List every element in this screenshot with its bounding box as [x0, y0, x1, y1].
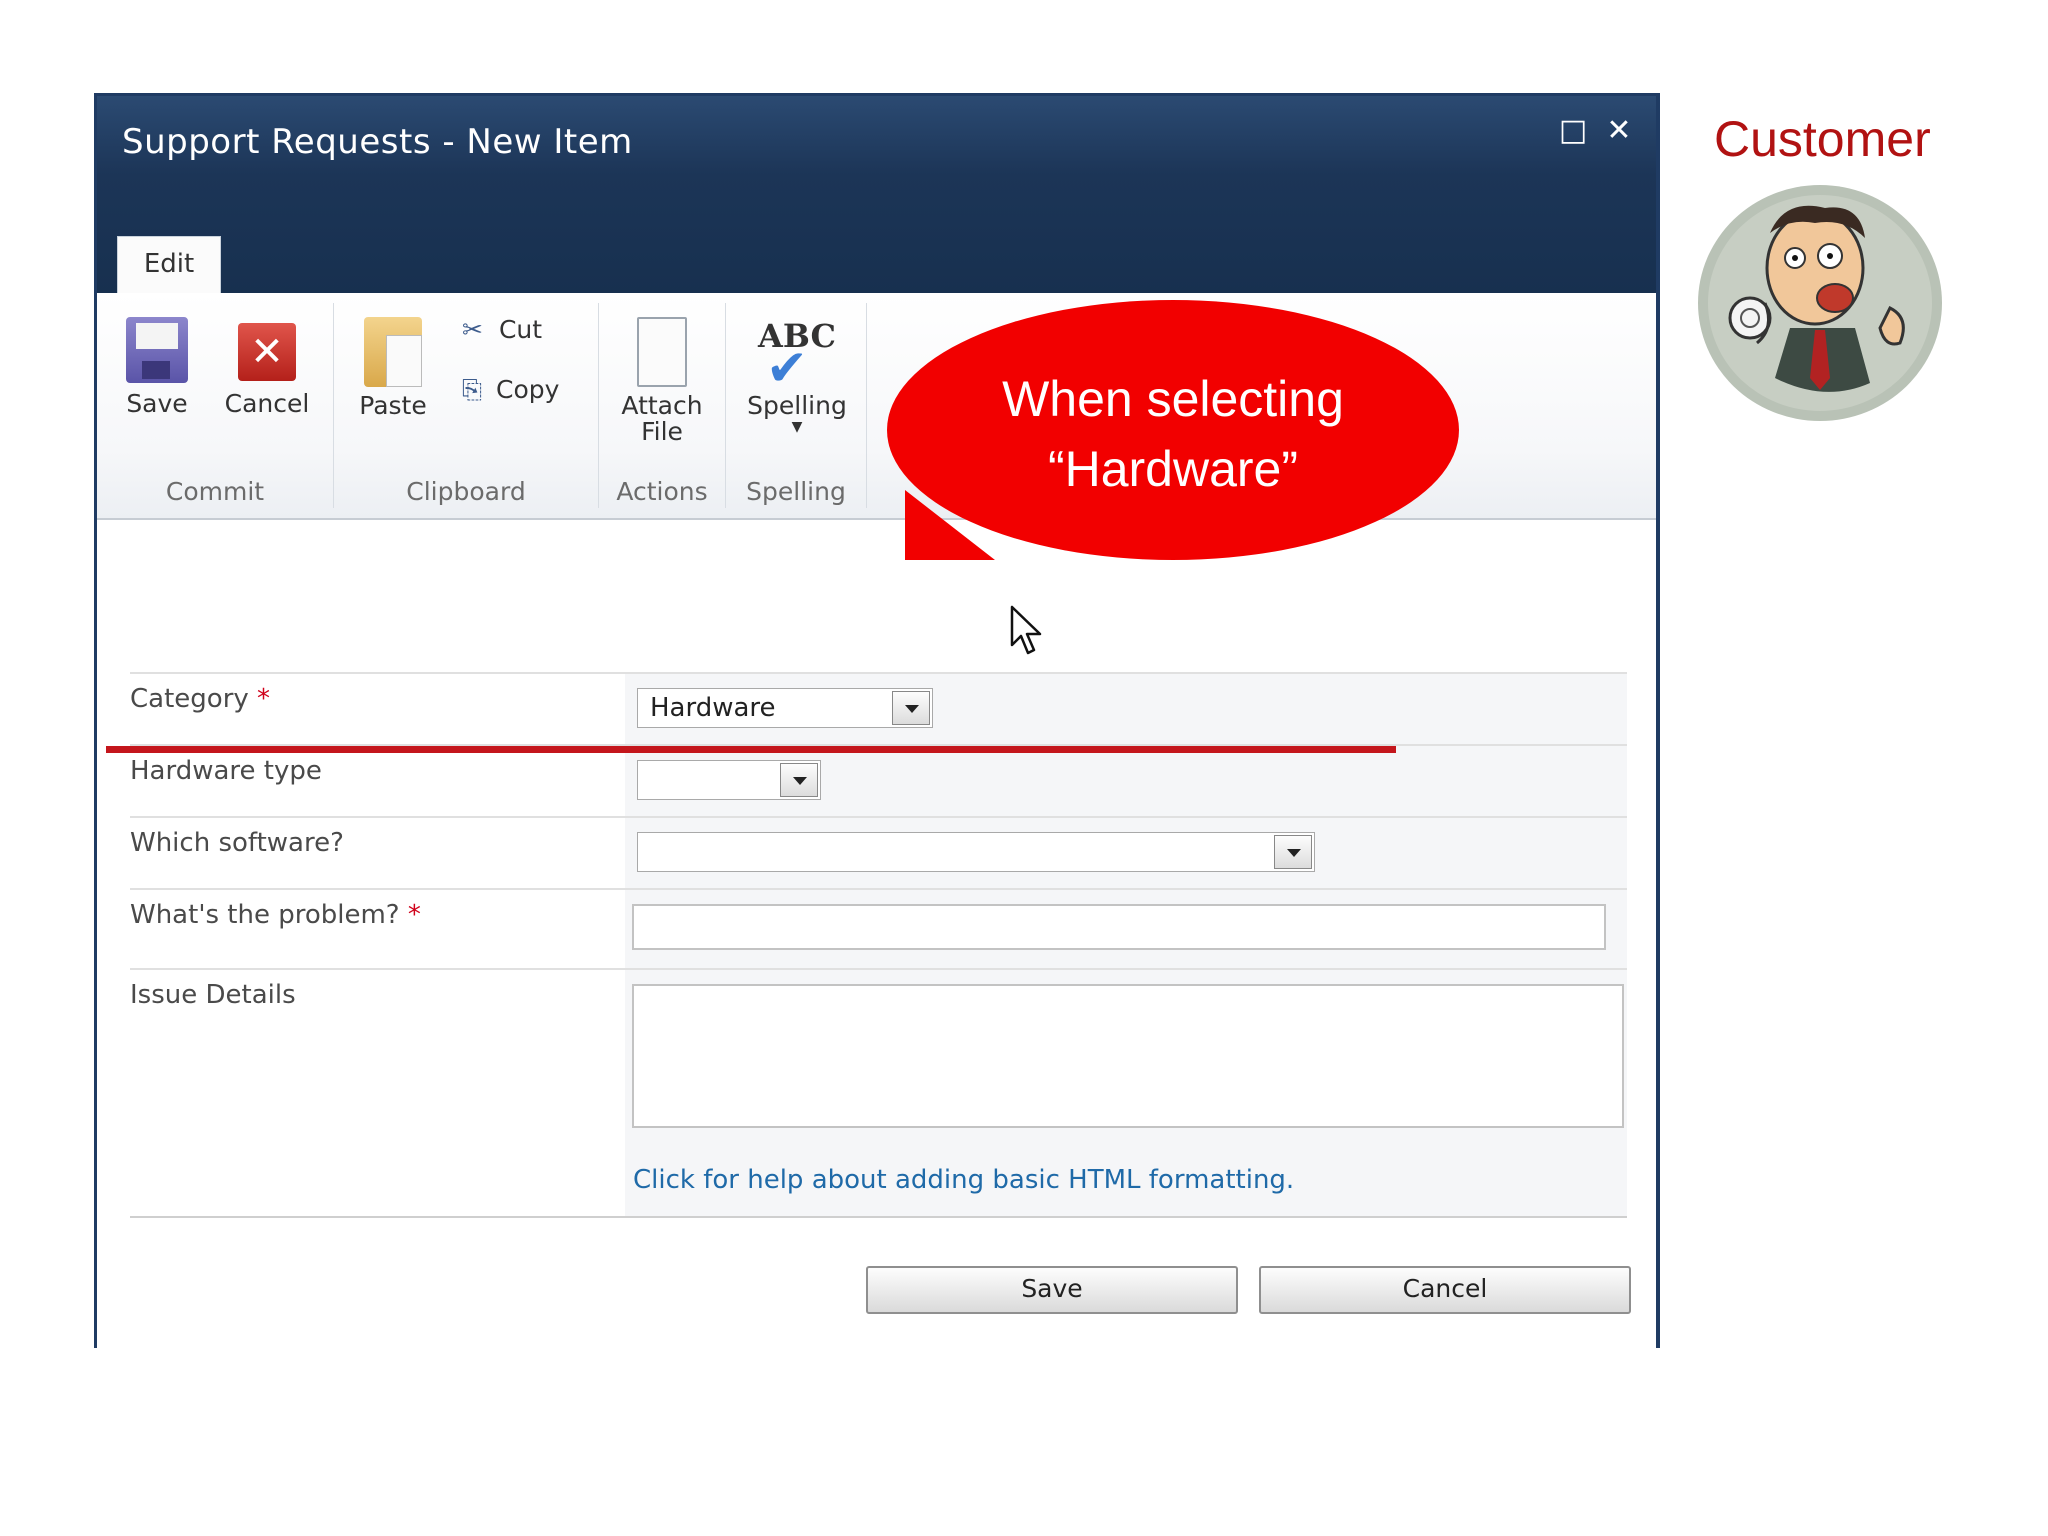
- scissors-icon: ✂: [462, 315, 483, 344]
- dropdown-arrow-icon[interactable]: [780, 763, 818, 797]
- customer-label: Customer: [1714, 111, 1931, 167]
- html-formatting-help-link[interactable]: Click for help about adding basic HTML f…: [633, 1165, 1294, 1195]
- ribbon-cancel-button[interactable]: ✕ Cancel: [217, 317, 317, 417]
- form-row-which-software: Which software?: [130, 816, 1627, 888]
- issue-details-textarea[interactable]: [632, 984, 1624, 1128]
- group-label-spelling: Spelling: [746, 477, 846, 506]
- copy-pages-icon: ⎘: [462, 375, 483, 404]
- save-button[interactable]: Save: [866, 1266, 1238, 1314]
- ribbon-group-commit: Save ✕ Cancel Commit: [97, 303, 334, 508]
- dropdown-arrow-icon[interactable]: [1274, 835, 1312, 869]
- problem-label: What's the problem? *: [130, 900, 421, 930]
- hardware-type-select[interactable]: [637, 760, 821, 800]
- which-software-label: Which software?: [130, 828, 344, 858]
- ribbon-spelling-button[interactable]: ABC ✔ Spelling ▼: [738, 317, 856, 435]
- category-label: Category *: [130, 684, 271, 714]
- cancel-button[interactable]: Cancel: [1259, 1266, 1631, 1314]
- group-label-actions: Actions: [616, 477, 708, 506]
- ribbon-cut-button[interactable]: ✂ Cut: [462, 315, 542, 344]
- tab-edit[interactable]: Edit: [117, 236, 221, 293]
- form-row-hardware-type: Hardware type: [130, 744, 1627, 816]
- close-icon[interactable]: ✕: [1601, 114, 1637, 150]
- mouse-pointer-icon: [1010, 605, 1042, 655]
- new-item-dialog: Support Requests - New Item □ ✕ Edit Sav…: [94, 93, 1660, 1348]
- tab-edit-label: Edit: [143, 249, 195, 279]
- paste-clipboard-icon: [364, 317, 422, 387]
- ribbon-copy-button[interactable]: ⎘ Copy: [462, 375, 559, 405]
- save-disk-icon: [126, 317, 188, 383]
- dialog-title: Support Requests - New Item: [122, 122, 633, 162]
- hardware-type-label: Hardware type: [130, 756, 322, 786]
- problem-input[interactable]: [632, 904, 1606, 950]
- paperclip-icon: [637, 317, 687, 387]
- group-label-clipboard: Clipboard: [406, 477, 526, 506]
- chevron-down-icon: ▼: [791, 419, 803, 435]
- category-select[interactable]: Hardware: [637, 688, 933, 728]
- maximize-icon[interactable]: □: [1555, 114, 1591, 150]
- ribbon-paste-button[interactable]: Paste: [348, 317, 438, 419]
- dropdown-arrow-icon[interactable]: [892, 691, 930, 725]
- callout-text: When selecting “Hardware”: [1002, 371, 1344, 497]
- angry-customer-on-phone-icon: [1698, 185, 1942, 421]
- spell-check-icon: ABC ✔: [758, 317, 836, 397]
- ribbon-group-clipboard: Paste ✂ Cut ⎘ Copy Clipboard: [334, 303, 599, 508]
- issue-details-label: Issue Details: [130, 980, 296, 1010]
- dialog-titlebar: Support Requests - New Item □ ✕ Edit: [97, 96, 1656, 293]
- group-label-commit: Commit: [165, 477, 265, 506]
- form-row-issue-details: Issue Details Click for help about addin…: [130, 968, 1627, 1218]
- cancel-x-icon: ✕: [238, 323, 296, 381]
- strike-through-line: [106, 746, 1396, 753]
- ribbon-group-spelling: ABC ✔ Spelling ▼ Spelling: [726, 303, 867, 508]
- ribbon-save-button[interactable]: Save: [115, 317, 199, 417]
- form-row-category: Category * Hardware: [130, 672, 1627, 744]
- ribbon-group-actions: Attach File Actions: [599, 303, 726, 508]
- which-software-select[interactable]: [637, 832, 1315, 872]
- ribbon-attach-file-button[interactable]: Attach File: [613, 317, 711, 445]
- form-row-problem: What's the problem? *: [130, 888, 1627, 968]
